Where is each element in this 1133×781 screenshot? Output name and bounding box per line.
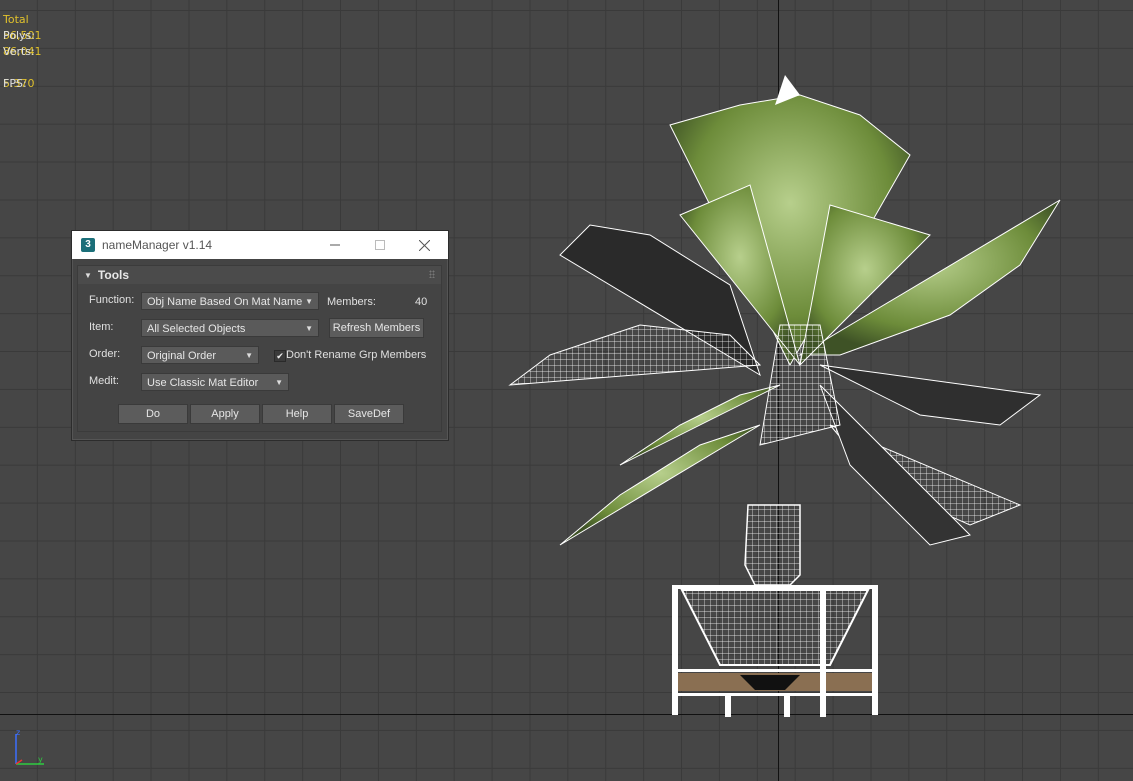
tools-rollout-header[interactable]: ▼ Tools	[78, 266, 441, 284]
axis-gizmo: z y	[15, 728, 44, 765]
fps-label: FPS:	[3, 77, 27, 90]
item-dropdown[interactable]: All Selected Objects ▼	[141, 319, 319, 337]
name-manager-dialog: 3 nameManager v1.14 ▼ Tools Function: Ob…	[71, 230, 449, 441]
palm-plant-model[interactable]	[500, 65, 1090, 720]
minimize-icon	[329, 244, 340, 246]
savedef-button[interactable]: SaveDef	[334, 404, 404, 424]
plant-pot	[672, 585, 878, 717]
medit-dropdown[interactable]: Use Classic Mat Editor ▼	[141, 373, 289, 391]
gizmo-z-label: z	[16, 728, 20, 737]
help-button[interactable]: Help	[262, 404, 332, 424]
function-label: Function:	[89, 294, 135, 306]
viewport-statistics: Total Polys: 56,501 Verts: 86,041 FPS: 5.37…	[3, 12, 42, 92]
dont-rename-checkbox[interactable]: ✔	[274, 350, 286, 362]
maximize-icon	[374, 240, 385, 250]
dialog-titlebar[interactable]: 3 nameManager v1.14	[72, 231, 448, 259]
close-button[interactable]	[402, 231, 447, 259]
item-label: Item:	[89, 321, 114, 333]
drag-grip-icon[interactable]	[429, 270, 435, 278]
apply-button[interactable]: Apply	[190, 404, 260, 424]
chevron-down-icon: ▼	[275, 378, 283, 387]
chevron-down-icon: ▼	[245, 351, 253, 360]
chevron-down-icon: ▼	[305, 297, 313, 306]
close-icon	[419, 239, 430, 251]
collapse-triangle-icon: ▼	[84, 270, 92, 280]
chevron-down-icon: ▼	[305, 324, 313, 333]
gizmo-y-label: y	[38, 755, 43, 764]
function-dropdown[interactable]: Obj Name Based On Mat Name ▼	[141, 292, 319, 310]
item-dropdown-value: All Selected Objects	[147, 323, 246, 335]
dialog-title: nameManager v1.14	[102, 238, 213, 252]
members-label: Members:	[327, 296, 376, 308]
order-dropdown[interactable]: Original Order ▼	[141, 346, 259, 364]
verts-label: Verts:	[3, 45, 35, 58]
order-dropdown-value: Original Order	[147, 350, 217, 362]
polys-label: Polys:	[3, 29, 35, 42]
medit-label: Medit:	[89, 375, 119, 387]
stats-total-header: Total	[3, 13, 29, 26]
function-dropdown-value: Obj Name Based On Mat Name	[147, 296, 303, 308]
palm-fronds	[508, 75, 1061, 546]
medit-dropdown-value: Use Classic Mat Editor	[147, 377, 259, 389]
palm-trunk	[744, 504, 801, 586]
refresh-members-button[interactable]: Refresh Members	[329, 318, 424, 338]
maximize-button[interactable]	[357, 231, 402, 259]
do-button[interactable]: Do	[118, 404, 188, 424]
rollout-title: Tools	[97, 268, 130, 282]
3dsmax-app-icon: 3	[81, 238, 95, 252]
tools-rollout: ▼ Tools Function: Obj Name Based On Mat …	[77, 265, 442, 432]
minimize-button[interactable]	[312, 231, 357, 259]
order-label: Order:	[89, 348, 121, 360]
dont-rename-label: Don't Rename Grp Members	[286, 349, 427, 361]
members-count: 40	[415, 296, 428, 308]
